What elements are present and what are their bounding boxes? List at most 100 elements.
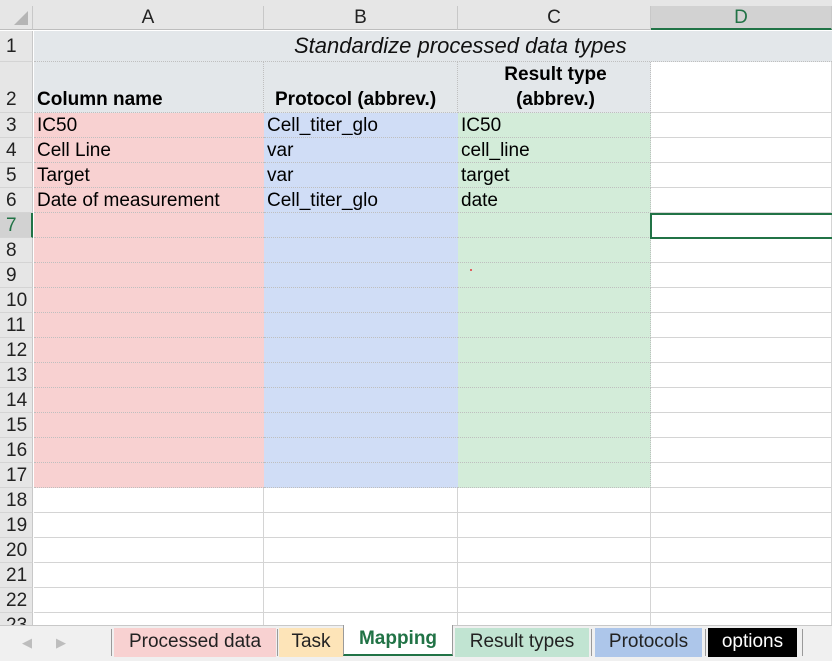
cell-column-name[interactable] [34,288,264,313]
cell-d[interactable] [651,413,832,438]
cell-protocol[interactable] [264,238,458,263]
cell-result-type[interactable]: cell_line [458,138,651,163]
header-column-name[interactable]: Column name [34,62,264,113]
cell-d[interactable] [651,113,832,138]
row-header-19[interactable]: 19 [0,513,33,538]
tab-task[interactable]: Task [279,628,343,657]
cell-d[interactable] [651,513,832,538]
cell-column-name[interactable]: IC50 [34,113,264,138]
cell-d[interactable] [651,463,832,488]
row-header-5[interactable]: 5 [0,163,33,188]
cell-result-type[interactable] [458,288,651,313]
tab-result-types[interactable]: Result types [455,628,589,657]
column-header-c[interactable]: C [458,6,651,30]
title-cell[interactable]: Standardize processed data types [34,31,832,62]
row-header-14[interactable]: 14 [0,388,33,413]
cell-result-type[interactable]: IC50 [458,113,651,138]
cell-result-type[interactable] [458,263,651,288]
row-header-10[interactable]: 10 [0,288,33,313]
cell-column-name[interactable] [34,413,264,438]
row-header-12[interactable]: 12 [0,338,33,363]
cell-column-name[interactable] [34,588,264,613]
tab-mapping[interactable]: Mapping [343,625,453,656]
cell-column-name[interactable]: Cell Line [34,138,264,163]
cell-result-type[interactable]: target [458,163,651,188]
cell-column-name[interactable] [34,213,264,238]
cell-protocol[interactable]: Cell_titer_glo [264,113,458,138]
cell-result-type[interactable] [458,463,651,488]
cell-column-name[interactable]: Date of measurement [34,188,264,213]
cell-result-type[interactable] [458,613,651,625]
cell-protocol[interactable] [264,313,458,338]
cell-d[interactable] [651,263,832,288]
cell-d[interactable] [651,438,832,463]
cell-protocol[interactable] [264,213,458,238]
cell-column-name[interactable] [34,263,264,288]
cell-result-type[interactable] [458,363,651,388]
cell-protocol[interactable]: Cell_titer_glo [264,188,458,213]
tab-protocols[interactable]: Protocols [595,628,702,657]
cell-column-name[interactable] [34,563,264,588]
cell-protocol[interactable] [264,538,458,563]
cell-d[interactable] [651,188,832,213]
cell-result-type[interactable] [458,588,651,613]
cell-protocol[interactable]: var [264,138,458,163]
cell-result-type[interactable] [458,388,651,413]
cell-column-name[interactable] [34,463,264,488]
spreadsheet-grid[interactable]: A B C D 1 2 3 4 5 6 7 8 9 10 11 12 13 14 15 16 17 18 19 20 2… [0,0,832,625]
header-protocol[interactable]: Protocol (abbrev.) [264,62,458,113]
cell-protocol[interactable] [264,563,458,588]
row-header-9[interactable]: 9 [0,263,33,288]
tab-options[interactable]: options [708,628,797,657]
cell-result-type[interactable] [458,513,651,538]
cell-protocol[interactable] [264,613,458,625]
row-header-3[interactable]: 3 [0,113,33,138]
cell-column-name[interactable] [34,613,264,625]
cell-column-name[interactable] [34,388,264,413]
cell-protocol[interactable] [264,363,458,388]
cell-result-type[interactable] [458,538,651,563]
cell-d[interactable] [651,588,832,613]
scroll-tabs-right-icon[interactable]: ▶ [56,635,66,651]
cell-d[interactable] [651,288,832,313]
cell-protocol[interactable] [264,288,458,313]
cell-result-type[interactable] [458,413,651,438]
cell-column-name[interactable] [34,363,264,388]
cell-d[interactable] [651,563,832,588]
row-header-18[interactable]: 18 [0,488,33,513]
header-result-type[interactable]: Result type (abbrev.) [458,62,651,113]
scroll-tabs-left-icon[interactable]: ◀ [22,635,32,651]
column-header-b[interactable]: B [264,6,458,30]
cell-protocol[interactable] [264,413,458,438]
cell-result-type[interactable] [458,438,651,463]
cell-result-type[interactable] [458,213,651,238]
cell-protocol[interactable] [264,488,458,513]
cell-d[interactable] [651,488,832,513]
column-header-a[interactable]: A [33,6,264,30]
cell-protocol[interactable] [264,463,458,488]
cell-column-name[interactable] [34,238,264,263]
cell-protocol[interactable] [264,388,458,413]
cell-column-name[interactable] [34,513,264,538]
cell-column-name[interactable] [34,338,264,363]
cell-result-type[interactable] [458,563,651,588]
row-header-23[interactable]: 23 [0,613,33,625]
cell-result-type[interactable]: date [458,188,651,213]
cell-d[interactable] [651,538,832,563]
cell-result-type[interactable] [458,313,651,338]
row-header-7[interactable]: 7 [0,213,33,238]
row-header-11[interactable]: 11 [0,313,33,338]
row-header-15[interactable]: 15 [0,413,33,438]
cell-protocol[interactable] [264,338,458,363]
cell-result-type[interactable] [458,488,651,513]
row-header-20[interactable]: 20 [0,538,33,563]
select-all-button[interactable] [0,6,33,30]
row-header-16[interactable]: 16 [0,438,33,463]
cell-d[interactable] [651,163,832,188]
row-header-21[interactable]: 21 [0,563,33,588]
row-header-4[interactable]: 4 [0,138,33,163]
cell-column-name[interactable] [34,313,264,338]
cell-d[interactable] [651,613,832,625]
row-header-17[interactable]: 17 [0,463,33,488]
row-header-2[interactable]: 2 [0,62,33,113]
